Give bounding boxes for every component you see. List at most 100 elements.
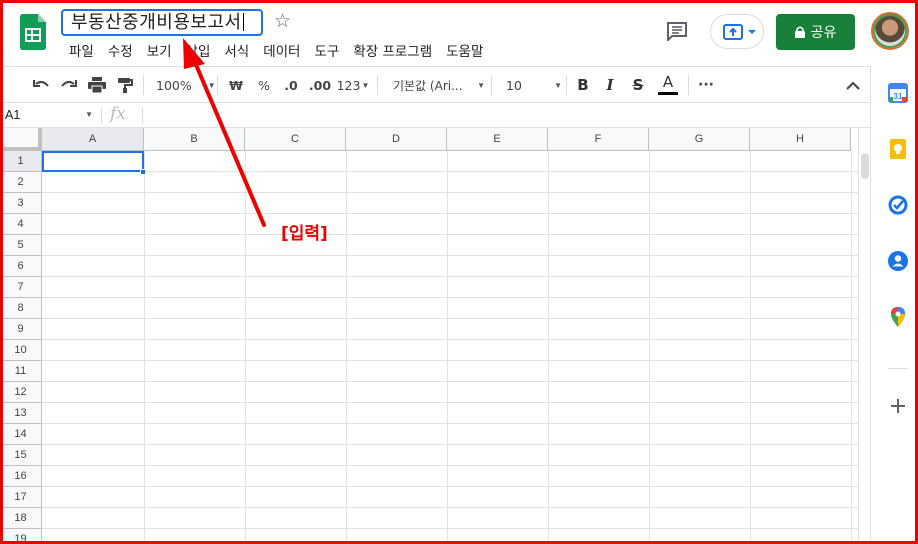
toolbar: 100% ▼ ₩ % .0 .00 123 ▼ 기본값 (Ari... ▼ 10… — [0, 66, 870, 103]
menu-bar: 파일 수정 보기 삽입 서식 데이터 도구 확장 프로그램 도움말 — [62, 38, 490, 60]
star-icon[interactable]: ☆ — [274, 10, 291, 33]
menu-insert[interactable]: 삽입 — [179, 38, 218, 60]
font-size-select[interactable]: 10 ▼ — [506, 67, 562, 103]
redo-icon[interactable] — [58, 67, 80, 103]
formula-bar: A1 ▼ fx — [0, 103, 870, 128]
column-header-a[interactable]: A — [42, 128, 144, 151]
row-header-4[interactable]: 4 — [0, 214, 42, 235]
row-header-12[interactable]: 12 — [0, 382, 42, 403]
scrollbar-thumb[interactable] — [861, 153, 869, 179]
text-color-button[interactable]: A — [657, 67, 679, 103]
toolbar-divider — [566, 75, 567, 95]
bold-button[interactable]: B — [574, 67, 592, 103]
chevron-down-icon: ▼ — [85, 110, 93, 119]
row-header-16[interactable]: 16 — [0, 466, 42, 487]
document-title-input[interactable]: 부동산중개비용보고서 — [61, 9, 263, 36]
row-header-10[interactable]: 10 — [0, 340, 42, 361]
column-header-h[interactable]: H — [750, 128, 851, 151]
number-format-select[interactable]: 123 ▼ — [336, 67, 370, 103]
menu-file[interactable]: 파일 — [62, 38, 101, 60]
currency-format-button[interactable]: ₩ — [226, 67, 246, 103]
font-size-label: 10 — [506, 77, 522, 93]
column-header-f[interactable]: F — [548, 128, 649, 151]
undo-icon[interactable] — [30, 67, 52, 103]
percent-label: % — [258, 77, 270, 93]
increase-decimal-button[interactable]: .00 — [306, 67, 334, 103]
number-format-label: 123 — [336, 77, 361, 93]
menu-data[interactable]: 데이터 — [256, 38, 307, 60]
menu-help[interactable]: 도움말 — [439, 38, 490, 60]
vertical-scrollbar[interactable] — [858, 128, 870, 544]
zoom-select[interactable]: 100% ▼ — [156, 67, 216, 103]
currency-label: ₩ — [229, 77, 243, 93]
row-header-7[interactable]: 7 — [0, 277, 42, 298]
strikethrough-button[interactable]: S — [629, 67, 647, 103]
row-header-8[interactable]: 8 — [0, 298, 42, 319]
keep-icon[interactable] — [888, 139, 908, 159]
add-addon-icon[interactable] — [888, 396, 908, 416]
side-panel-divider — [888, 368, 908, 369]
row-header-2[interactable]: 2 — [0, 172, 42, 193]
column-header-g[interactable]: G — [649, 128, 750, 151]
column-header-c[interactable]: C — [245, 128, 346, 151]
menu-format[interactable]: 서식 — [217, 38, 256, 60]
present-button[interactable] — [710, 14, 764, 49]
tasks-icon[interactable] — [888, 195, 908, 215]
annotation-label: [입력] — [281, 224, 328, 244]
calendar-icon[interactable]: 31 — [888, 83, 908, 103]
decrease-decimal-button[interactable]: .0 — [280, 67, 302, 103]
row-header-9[interactable]: 9 — [0, 319, 42, 340]
font-family-select[interactable]: 기본값 (Ari... ▼ — [393, 67, 485, 103]
toolbar-divider — [143, 75, 144, 95]
more-options-button[interactable]: ··· — [696, 67, 716, 103]
document-title-text: 부동산중개비용보고서 — [71, 12, 242, 33]
sheets-logo-icon[interactable] — [20, 14, 46, 50]
row-header-18[interactable]: 18 — [0, 508, 42, 529]
active-cell-a1[interactable] — [42, 151, 144, 172]
grid-row-line — [42, 318, 858, 319]
column-header-d[interactable]: D — [346, 128, 447, 151]
fill-handle[interactable] — [140, 169, 146, 175]
text-color-label: A — [662, 73, 674, 91]
column-header-b[interactable]: B — [144, 128, 245, 151]
menu-edit[interactable]: 수정 — [101, 38, 140, 60]
menu-tools[interactable]: 도구 — [307, 38, 346, 60]
name-box[interactable]: A1 ▼ — [5, 108, 97, 124]
avatar[interactable] — [871, 12, 909, 50]
grid-row-line — [42, 234, 858, 235]
contacts-icon[interactable] — [888, 251, 908, 271]
collapse-menus-icon[interactable] — [843, 67, 863, 103]
present-icon — [723, 24, 756, 40]
grid-row-line — [42, 381, 858, 382]
column-header-e[interactable]: E — [447, 128, 548, 151]
grid-row-line — [42, 213, 858, 214]
row-header-1[interactable]: 1 — [0, 151, 42, 172]
row-header-6[interactable]: 6 — [0, 256, 42, 277]
row-header-15[interactable]: 15 — [0, 445, 42, 466]
share-button[interactable]: 공유 — [776, 14, 855, 50]
chevron-down-icon: ▼ — [361, 80, 370, 90]
grid-row-line — [42, 507, 858, 508]
row-header-17[interactable]: 17 — [0, 487, 42, 508]
menu-view[interactable]: 보기 — [140, 38, 179, 60]
comment-icon[interactable] — [666, 21, 688, 43]
row-header-3[interactable]: 3 — [0, 193, 42, 214]
more-options-label: ··· — [698, 77, 714, 93]
print-icon[interactable] — [86, 67, 108, 103]
percent-format-button[interactable]: % — [254, 67, 274, 103]
paint-format-icon[interactable] — [114, 67, 136, 103]
row-header-5[interactable]: 5 — [0, 235, 42, 256]
maps-icon[interactable] — [888, 307, 908, 327]
row-header-19[interactable]: 19 — [0, 529, 42, 544]
decrease-decimal-label: .0 — [284, 77, 298, 93]
text-color-swatch — [658, 92, 678, 95]
spreadsheet-grid[interactable]: A B C D E F G H 1 2 3 4 5 6 7 8 9 10 11 12 13 14 15 16 17 18 19 — [0, 128, 858, 544]
row-header-14[interactable]: 14 — [0, 424, 42, 445]
row-header-13[interactable]: 13 — [0, 403, 42, 424]
select-all-corner[interactable] — [0, 128, 42, 151]
increase-decimal-label: .00 — [308, 77, 332, 93]
menu-extensions[interactable]: 확장 프로그램 — [346, 38, 439, 60]
grid-row-line — [42, 402, 858, 403]
italic-button[interactable]: I — [601, 67, 619, 103]
row-header-11[interactable]: 11 — [0, 361, 42, 382]
